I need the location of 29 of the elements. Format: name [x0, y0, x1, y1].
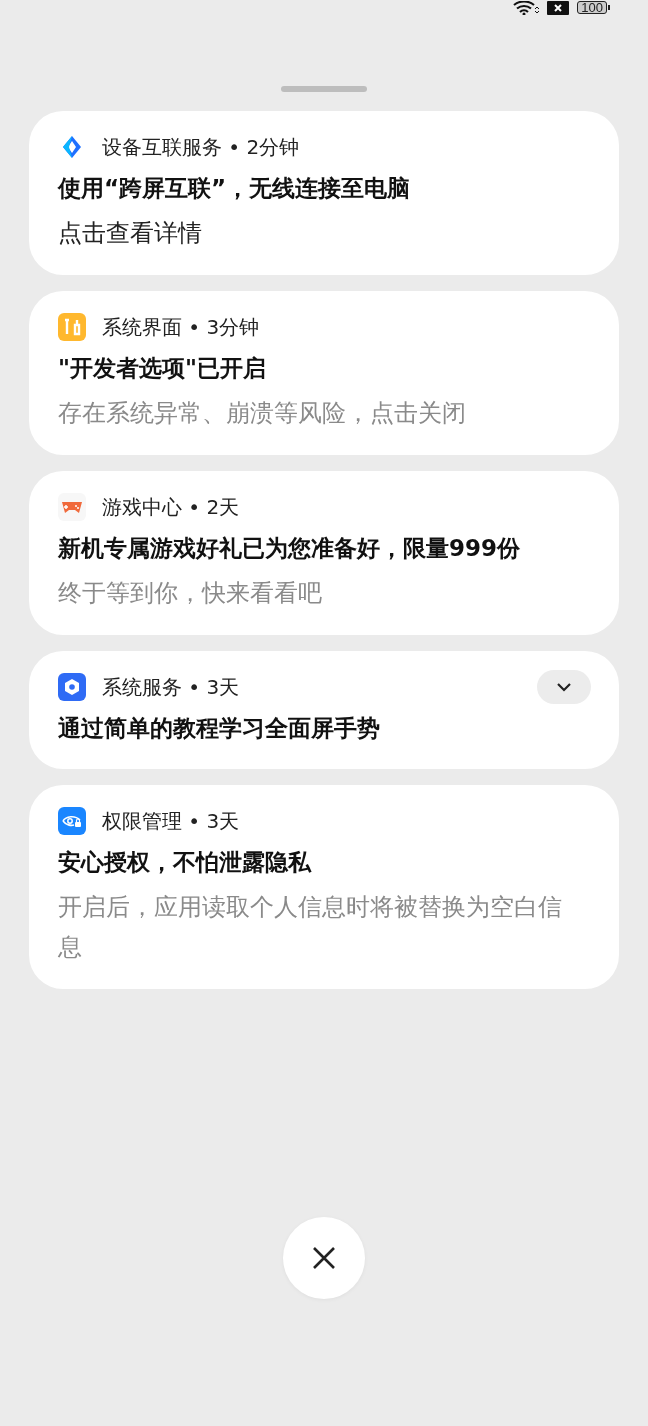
- notification-body: 终于等到你，快来看看吧: [58, 578, 323, 609]
- app-name-time: 系统界面 • 3分钟: [102, 313, 260, 341]
- app-name-time: 设备互联服务 • 2分钟: [102, 133, 300, 161]
- notification-body: 存在系统异常、崩溃等风险，点击关闭: [58, 398, 467, 429]
- eye-lock-icon: [58, 807, 86, 835]
- no-sim-icon: [547, 0, 570, 15]
- notification-card[interactable]: 游戏中心 • 2天 新机专属游戏好礼已为您准备好，限量999份 终于等到你，快来看看吧: [29, 471, 619, 635]
- notification-body: 开启后，应用读取个人信息时将被替换为空白信息: [58, 892, 563, 963]
- wifi-icon: [513, 0, 540, 15]
- notification-card[interactable]: 权限管理 • 3天 安心授权，不怕泄露隐私 开启后，应用读取个人信息时将被替换为空白信息: [29, 785, 619, 989]
- notification-title: "开发者选项"已开启: [58, 354, 267, 383]
- notification-card[interactable]: 系统服务 • 3天 通过简单的教程学习全面屏手势: [29, 651, 619, 769]
- expand-button[interactable]: [537, 670, 591, 704]
- notification-title: 新机专属游戏好礼已为您准备好，限量999份: [58, 534, 521, 563]
- tools-icon: [58, 313, 86, 341]
- notification-body: 点击查看详情: [58, 218, 203, 249]
- drag-handle[interactable]: [281, 86, 367, 92]
- app-name-time: 系统服务 • 3天: [102, 673, 240, 701]
- notification-card[interactable]: 设备互联服务 • 2分钟 使用“跨屏互联”，无线连接至电脑 点击查看详情: [29, 111, 619, 275]
- notification-title: 安心授权，不怕泄露隐私: [58, 848, 313, 877]
- chevron-icon: [557, 682, 571, 692]
- gamepad-icon: [58, 493, 86, 521]
- notification-title: 通过简单的教程学习全面屏手势: [58, 714, 381, 743]
- notification-title: 使用“跨屏互联”，无线连接至电脑: [58, 174, 412, 203]
- app-name-time: 游戏中心 • 2天: [102, 493, 240, 521]
- close-icon: [312, 1246, 336, 1270]
- battery-level: 100: [577, 1, 607, 14]
- notification-card[interactable]: 系统界面 • 3分钟 "开发者选项"已开启 存在系统异常、崩溃等风险，点击关闭: [29, 291, 619, 455]
- app-name-time: 权限管理 • 3天: [102, 807, 240, 835]
